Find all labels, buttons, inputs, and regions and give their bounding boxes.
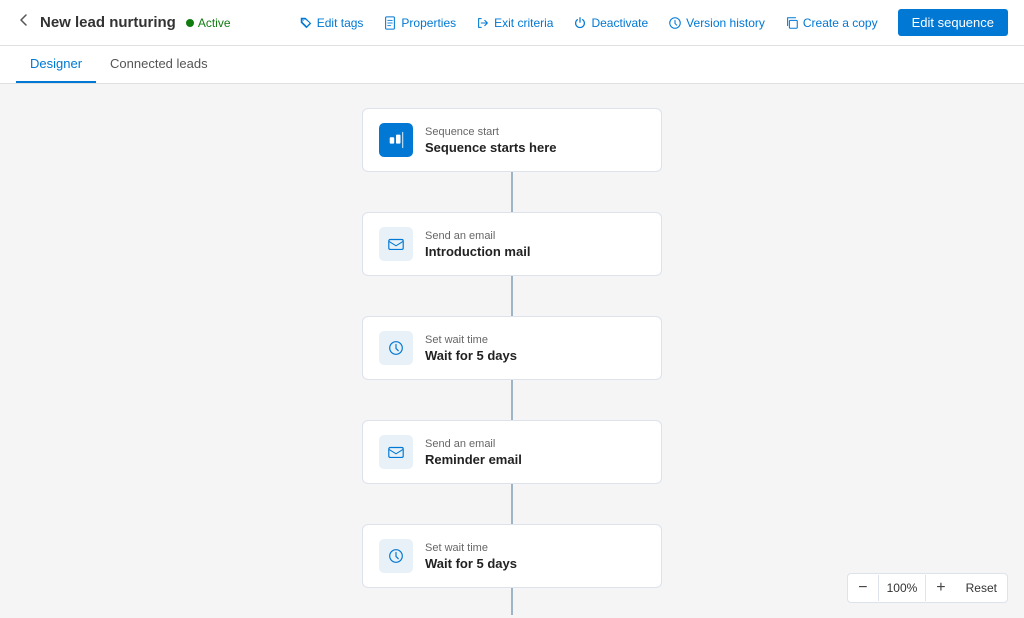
tab-connected-leads[interactable]: Connected leads [96,46,222,83]
header-actions: Edit tags Properties Exit criteria Deact… [291,9,1008,36]
node-start-label: Sequence start [425,126,557,138]
tabs-bar: Designer Connected leads [0,46,1024,84]
exit-criteria-label: Exit criteria [494,16,553,30]
edit-sequence-button[interactable]: Edit sequence [898,9,1008,36]
zoom-out-button[interactable]: − [848,574,877,602]
header: New lead nurturing Active Edit tags Prop… [0,0,1024,46]
connector-4 [511,484,513,524]
edit-tags-label: Edit tags [317,16,364,30]
tag-icon [299,16,313,30]
tab-designer[interactable]: Designer [16,46,96,83]
create-copy-button[interactable]: Create a copy [777,12,886,34]
exit-icon [476,16,490,30]
node-email1-content: Send an email Introduction mail [425,230,530,259]
node-email1[interactable]: Send an email Introduction mail [362,212,662,276]
wait1-icon [379,331,413,365]
zoom-controls: − 100% + Reset [847,573,1008,603]
start-icon [379,123,413,157]
deactivate-button[interactable]: Deactivate [565,12,656,34]
node-wait1[interactable]: Set wait time Wait for 5 days [362,316,662,380]
zoom-in-button[interactable]: + [926,574,955,602]
version-history-label: Version history [686,16,765,30]
node-start-content: Sequence start Sequence starts here [425,126,557,155]
email1-icon [379,227,413,261]
node-wait1-content: Set wait time Wait for 5 days [425,334,517,363]
wait2-icon [379,539,413,573]
node-email2-title: Reminder email [425,452,522,467]
connector-5 [511,588,513,615]
properties-button[interactable]: Properties [375,12,464,34]
sequence-canvas: Sequence start Sequence starts here Send… [0,84,1024,615]
node-email2-content: Send an email Reminder email [425,438,522,467]
page-title: New lead nurturing [40,14,176,31]
exit-criteria-button[interactable]: Exit criteria [468,12,561,34]
connector-2 [511,276,513,316]
edit-tags-button[interactable]: Edit tags [291,12,372,34]
node-email1-title: Introduction mail [425,244,530,259]
node-wait1-label: Set wait time [425,334,517,346]
sequence-flow: Sequence start Sequence starts here Send… [0,84,1024,615]
node-start[interactable]: Sequence start Sequence starts here [362,108,662,172]
node-start-title: Sequence starts here [425,140,557,155]
node-wait1-title: Wait for 5 days [425,348,517,363]
zoom-value: 100% [878,575,927,601]
deactivate-label: Deactivate [591,16,648,30]
connector-3 [511,380,513,420]
zoom-reset-button[interactable]: Reset [956,575,1007,601]
node-wait2-content: Set wait time Wait for 5 days [425,542,517,571]
doc-icon [383,16,397,30]
version-history-button[interactable]: Version history [660,12,773,34]
power-icon [573,16,587,30]
status-badge: Active [186,16,231,30]
connector-1 [511,172,513,212]
copy-icon [785,16,799,30]
node-email1-label: Send an email [425,230,530,242]
node-email2[interactable]: Send an email Reminder email [362,420,662,484]
clock-icon [668,16,682,30]
node-wait2[interactable]: Set wait time Wait for 5 days [362,524,662,588]
create-copy-label: Create a copy [803,16,878,30]
status-label: Active [198,16,231,30]
properties-label: Properties [401,16,456,30]
node-email2-label: Send an email [425,438,522,450]
node-wait2-title: Wait for 5 days [425,556,517,571]
status-dot [186,19,194,27]
node-wait2-label: Set wait time [425,542,517,554]
back-button[interactable] [16,12,32,33]
email2-icon [379,435,413,469]
